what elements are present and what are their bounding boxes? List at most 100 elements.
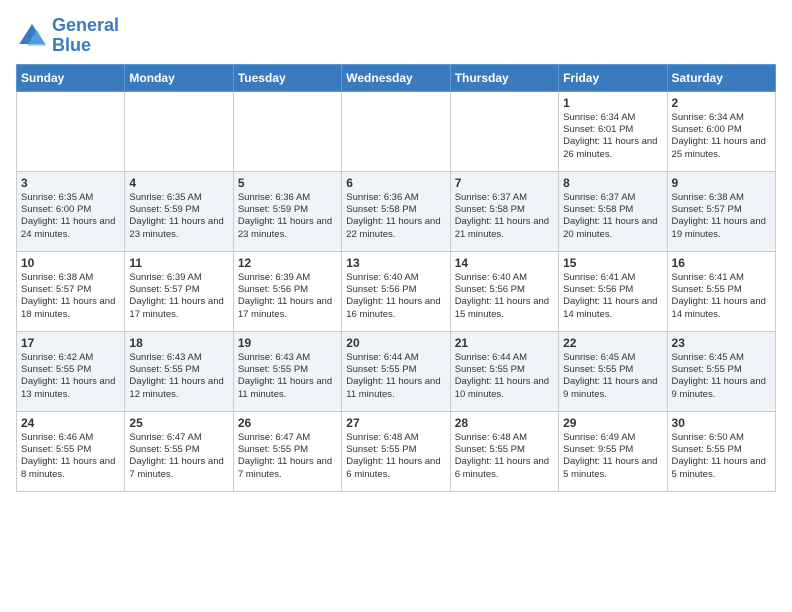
logo-text: General Blue: [52, 16, 119, 56]
day-number: 5: [238, 176, 337, 190]
day-header-thursday: Thursday: [450, 64, 558, 91]
day-number: 1: [563, 96, 662, 110]
day-header-wednesday: Wednesday: [342, 64, 450, 91]
calendar-cell: 7 Sunrise: 6:37 AM Sunset: 5:58 PM Daylig…: [450, 171, 558, 251]
day-info: Sunrise: 6:36 AM Sunset: 5:58 PM Dayligh…: [346, 192, 445, 241]
day-info: Sunrise: 6:48 AM Sunset: 5:55 PM Dayligh…: [346, 432, 445, 481]
calendar-cell: [125, 91, 233, 171]
calendar-cell: 28Sunrise: 6:48 AM Sunset: 5:55 PM Dayli…: [450, 411, 558, 491]
calendar-cell: 16 Sunrise: 6:41 AM Sunset: 5:55 PM Dayli…: [667, 251, 775, 331]
calendar-cell: [17, 91, 125, 171]
day-number: 11: [129, 256, 228, 270]
calendar-cell: 10Sunrise: 6:38 AM Sunset: 5:57 PM Dayli…: [17, 251, 125, 331]
day-info: Sunrise: 6:50 AM Sunset: 5:55 PM Dayligh…: [672, 432, 771, 481]
day-info: Sunrise: 6:44 AM Sunset: 5:55 PM Dayligh…: [346, 352, 445, 401]
calendar-cell: 8 Sunrise: 6:37 AM Sunset: 5:58 PM Daylig…: [559, 171, 667, 251]
calendar-cell: 12Sunrise: 6:39 AM Sunset: 5:56 PM Dayli…: [233, 251, 341, 331]
calendar-cell: 11Sunrise: 6:39 AM Sunset: 5:57 PM Dayli…: [125, 251, 233, 331]
calendar-cell: 6 Sunrise: 6:36 AM Sunset: 5:58 PM Daylig…: [342, 171, 450, 251]
day-header-sunday: Sunday: [17, 64, 125, 91]
day-number: 23: [672, 336, 771, 350]
day-info: Sunrise: 6:43 AM Sunset: 5:55 PM Dayligh…: [238, 352, 337, 401]
calendar-cell: 9 Sunrise: 6:38 AM Sunset: 5:57 PM Daylig…: [667, 171, 775, 251]
calendar-week-4: 17 Sunrise: 6:42 AM Sunset: 5:55 PM Dayli…: [17, 331, 776, 411]
day-number: 29: [563, 416, 662, 430]
day-number: 7: [455, 176, 554, 190]
calendar-cell: 29 Sunrise: 6:49 AM Sunset: 9:55 PM Dayli…: [559, 411, 667, 491]
day-header-tuesday: Tuesday: [233, 64, 341, 91]
day-info: Sunrise: 6:42 AM Sunset: 5:55 PM Dayligh…: [21, 352, 120, 401]
day-number: 20: [346, 336, 445, 350]
calendar-header: SundayMondayTuesdayWednesdayThursdayFrid…: [17, 64, 776, 91]
calendar-cell: 25 Sunrise: 6:47 AM Sunset: 5:55 PM Dayli…: [125, 411, 233, 491]
day-number: 12: [238, 256, 337, 270]
day-info: Sunrise: 6:48 AM Sunset: 5:55 PM Dayligh…: [455, 432, 554, 481]
calendar-cell: [450, 91, 558, 171]
day-number: 30: [672, 416, 771, 430]
day-number: 9: [672, 176, 771, 190]
day-info: Sunrise: 6:37 AM Sunset: 5:58 PM Dayligh…: [455, 192, 554, 241]
calendar-week-2: 3 Sunrise: 6:35 AM Sunset: 6:00 PM Daylig…: [17, 171, 776, 251]
day-number: 8: [563, 176, 662, 190]
day-number: 2: [672, 96, 771, 110]
calendar-cell: 21 Sunrise: 6:44 AM Sunset: 5:55 PM Dayli…: [450, 331, 558, 411]
day-number: 18: [129, 336, 228, 350]
day-info: Sunrise: 6:49 AM Sunset: 9:55 PM Dayligh…: [563, 432, 662, 481]
calendar-cell: 3 Sunrise: 6:35 AM Sunset: 6:00 PM Daylig…: [17, 171, 125, 251]
logo: General Blue: [16, 16, 119, 56]
day-number: 19: [238, 336, 337, 350]
calendar-cell: 14Sunrise: 6:40 AM Sunset: 5:56 PM Dayli…: [450, 251, 558, 331]
day-info: Sunrise: 6:35 AM Sunset: 5:59 PM Dayligh…: [129, 192, 228, 241]
day-number: 3: [21, 176, 120, 190]
day-number: 6: [346, 176, 445, 190]
day-info: Sunrise: 6:40 AM Sunset: 5:56 PM Dayligh…: [346, 272, 445, 321]
calendar-cell: 18 Sunrise: 6:43 AM Sunset: 5:55 PM Dayli…: [125, 331, 233, 411]
calendar-cell: 19 Sunrise: 6:43 AM Sunset: 5:55 PM Dayli…: [233, 331, 341, 411]
calendar-cell: 30 Sunrise: 6:50 AM Sunset: 5:55 PM Dayli…: [667, 411, 775, 491]
day-info: Sunrise: 6:34 AM Sunset: 6:00 PM Dayligh…: [672, 112, 771, 161]
day-number: 16: [672, 256, 771, 270]
calendar-cell: [342, 91, 450, 171]
calendar-cell: 4 Sunrise: 6:35 AM Sunset: 5:59 PM Daylig…: [125, 171, 233, 251]
day-number: 26: [238, 416, 337, 430]
calendar-cell: [233, 91, 341, 171]
day-header-monday: Monday: [125, 64, 233, 91]
day-info: Sunrise: 6:46 AM Sunset: 5:55 PM Dayligh…: [21, 432, 120, 481]
day-info: Sunrise: 6:44 AM Sunset: 5:55 PM Dayligh…: [455, 352, 554, 401]
day-number: 15: [563, 256, 662, 270]
day-info: Sunrise: 6:37 AM Sunset: 5:58 PM Dayligh…: [563, 192, 662, 241]
day-header-friday: Friday: [559, 64, 667, 91]
calendar-cell: 26 Sunrise: 6:47 AM Sunset: 5:55 PM Dayli…: [233, 411, 341, 491]
calendar-cell: 20 Sunrise: 6:44 AM Sunset: 5:55 PM Dayli…: [342, 331, 450, 411]
calendar-cell: 15Sunrise: 6:41 AM Sunset: 5:56 PM Dayli…: [559, 251, 667, 331]
day-number: 4: [129, 176, 228, 190]
calendar-cell: 23Sunrise: 6:45 AM Sunset: 5:55 PM Dayli…: [667, 331, 775, 411]
day-info: Sunrise: 6:38 AM Sunset: 5:57 PM Dayligh…: [672, 192, 771, 241]
calendar-week-1: 1 Sunrise: 6:34 AM Sunset: 6:01 PM Daylig…: [17, 91, 776, 171]
day-number: 22: [563, 336, 662, 350]
day-number: 13: [346, 256, 445, 270]
day-info: Sunrise: 6:35 AM Sunset: 6:00 PM Dayligh…: [21, 192, 120, 241]
day-info: Sunrise: 6:43 AM Sunset: 5:55 PM Dayligh…: [129, 352, 228, 401]
day-number: 10: [21, 256, 120, 270]
day-info: Sunrise: 6:47 AM Sunset: 5:55 PM Dayligh…: [129, 432, 228, 481]
page-header: General Blue: [16, 16, 776, 56]
calendar-cell: 17 Sunrise: 6:42 AM Sunset: 5:55 PM Dayli…: [17, 331, 125, 411]
day-info: Sunrise: 6:36 AM Sunset: 5:59 PM Dayligh…: [238, 192, 337, 241]
day-info: Sunrise: 6:34 AM Sunset: 6:01 PM Dayligh…: [563, 112, 662, 161]
day-info: Sunrise: 6:47 AM Sunset: 5:55 PM Dayligh…: [238, 432, 337, 481]
day-info: Sunrise: 6:45 AM Sunset: 5:55 PM Dayligh…: [563, 352, 662, 401]
logo-icon: [16, 20, 48, 52]
calendar-week-3: 10Sunrise: 6:38 AM Sunset: 5:57 PM Dayli…: [17, 251, 776, 331]
day-number: 21: [455, 336, 554, 350]
calendar-week-5: 24 Sunrise: 6:46 AM Sunset: 5:55 PM Dayli…: [17, 411, 776, 491]
calendar-cell: 22 Sunrise: 6:45 AM Sunset: 5:55 PM Dayli…: [559, 331, 667, 411]
day-number: 17: [21, 336, 120, 350]
calendar-cell: 2 Sunrise: 6:34 AM Sunset: 6:00 PM Daylig…: [667, 91, 775, 171]
calendar-body: 1 Sunrise: 6:34 AM Sunset: 6:01 PM Daylig…: [17, 91, 776, 491]
day-info: Sunrise: 6:41 AM Sunset: 5:55 PM Dayligh…: [672, 272, 771, 321]
day-number: 24: [21, 416, 120, 430]
day-number: 14: [455, 256, 554, 270]
day-number: 25: [129, 416, 228, 430]
day-number: 27: [346, 416, 445, 430]
